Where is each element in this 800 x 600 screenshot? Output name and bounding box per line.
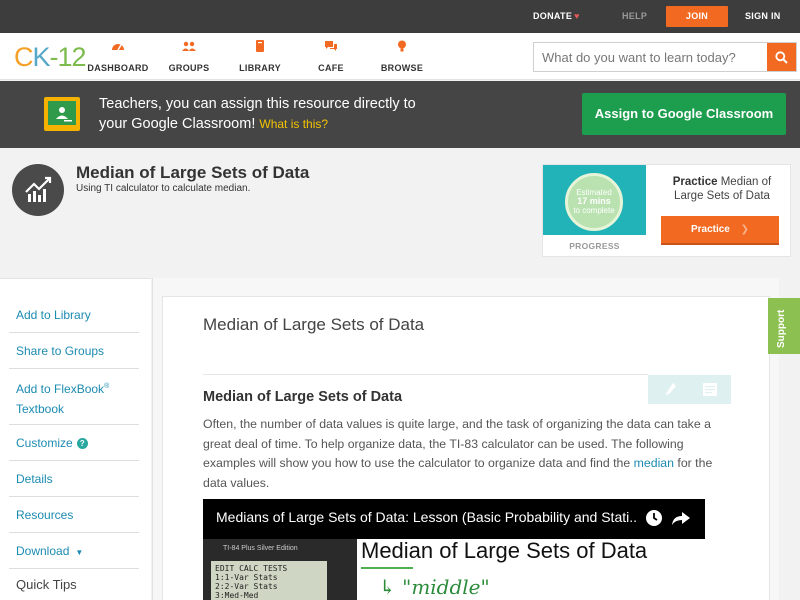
library-icon (256, 40, 264, 52)
download-label: Download (16, 544, 70, 558)
whiteboard-note: ↳ "middle" (379, 575, 490, 599)
calculator-brand: TI-84 Plus Silver Edition (223, 545, 298, 552)
support-tab[interactable]: Support (768, 298, 800, 354)
quick-tips-heading[interactable]: Quick Tips (16, 577, 77, 592)
main-content-area: Median of Large Sets of Data Median of L… (152, 278, 779, 600)
search-button[interactable] (767, 43, 796, 71)
pencil-icon[interactable] (665, 382, 677, 396)
heart-icon: ♥ (574, 11, 580, 21)
download-link[interactable]: Download ▼ (9, 533, 139, 569)
caret-down-icon: ▼ (75, 548, 84, 557)
calc-line-2: 1:1-Var Stats (215, 573, 278, 582)
annotation-tools (648, 375, 731, 404)
practice-title: Practice Median of Large Sets of Data (657, 175, 787, 203)
dashboard-icon (112, 44, 124, 51)
cafe-icon (325, 41, 337, 51)
calc-line-3: 2:2-Var Stats (215, 582, 278, 591)
lesson-title: Median of Large Sets of Data (203, 315, 425, 334)
sidebar: Add to Library Share to Groups Add to Fl… (0, 278, 151, 600)
page-subtitle: Using TI calculator to calculate median. (76, 183, 251, 194)
add-to-flexbook-link[interactable]: Add to FlexBook® Textbook (9, 369, 139, 425)
main-nav: CK-12 DASHBOARD GROUPS LIBRARY CAFE BROW… (0, 33, 800, 80)
logo-12: -12 (49, 42, 87, 72)
lesson-content: Median of Large Sets of Data Median of L… (162, 296, 770, 600)
groups-icon (182, 41, 196, 51)
nav-browse[interactable]: BROWSE (367, 40, 437, 76)
calculator-image: TI-84 Plus Silver Edition EDIT CALC TEST… (203, 539, 357, 600)
video-frame: TI-84 Plus Silver Edition EDIT CALC TEST… (203, 538, 705, 600)
search-icon (775, 50, 788, 64)
classroom-person-icon (56, 107, 72, 122)
nav-dashboard-label: DASHBOARD (87, 63, 149, 73)
chevron-right-icon: ❯ (740, 224, 750, 235)
nav-cafe[interactable]: CAFE (296, 40, 366, 76)
practice-card: Estimated 17 mins to complete PROGRESS P… (542, 164, 791, 257)
sign-in-link[interactable]: SIGN IN (745, 0, 781, 33)
google-classroom-icon (44, 97, 80, 131)
join-button[interactable]: JOIN (666, 6, 728, 27)
donate-link[interactable]: DONATE ♥ (533, 0, 580, 33)
nav-groups[interactable]: GROUPS (154, 40, 224, 76)
video-title[interactable]: Medians of Large Sets of Data: Lesson (B… (216, 509, 636, 525)
section-divider (203, 374, 648, 375)
lesson-paragraph: Often, the number of data values is quit… (203, 415, 723, 493)
median-link[interactable]: median (634, 456, 674, 470)
registered-mark: ® (104, 383, 110, 390)
share-icon[interactable] (671, 509, 691, 527)
progress-label: PROGRESS (569, 241, 620, 251)
calc-line-4: 3:Med-Med (215, 591, 259, 600)
support-label: Support (776, 309, 787, 348)
estimated-time-ring: Estimated 17 mins to complete (565, 173, 623, 231)
search-box (533, 42, 797, 72)
nav-groups-label: GROUPS (168, 63, 210, 73)
banner-message: Teachers, you can assign this resource d… (99, 94, 519, 134)
customize-link[interactable]: Customize? (9, 425, 139, 461)
assign-google-classroom-button[interactable]: Assign to Google Classroom (582, 93, 786, 135)
practice-button-label: Practice (690, 224, 730, 235)
practice-progress-visual: Estimated 17 mins to complete (543, 165, 646, 235)
add-flexbook-label-2: Textbook (16, 402, 65, 416)
what-is-this-link[interactable]: What is this? (259, 117, 328, 131)
estimated-minutes: 17 mins (577, 196, 611, 206)
help-icon[interactable]: ? (76, 438, 88, 449)
nav-library-label: LIBRARY (239, 63, 281, 73)
details-link[interactable]: Details (9, 461, 139, 497)
share-to-groups-link[interactable]: Share to Groups (9, 333, 139, 369)
nav-library[interactable]: LIBRARY (225, 40, 295, 76)
logo-k: K (32, 42, 51, 72)
whiteboard-title: Median of Large Sets of Data (361, 538, 648, 563)
customize-label: Customize (16, 436, 73, 450)
donate-label: DONATE (533, 11, 573, 21)
chart-trend-icon (25, 176, 52, 202)
ck12-logo[interactable]: CK-12 (14, 42, 87, 73)
resources-link[interactable]: Resources (9, 497, 139, 533)
concept-icon (12, 164, 64, 216)
practice-button[interactable]: Practice ❯ (661, 216, 779, 245)
top-bar: DONATE ♥ HELP JOIN SIGN IN (0, 0, 800, 33)
nav-dashboard[interactable]: DASHBOARD (83, 40, 153, 76)
search-input[interactable] (534, 43, 768, 71)
nav-cafe-label: CAFE (318, 63, 344, 73)
add-to-library-link[interactable]: Add to Library (9, 297, 139, 333)
calc-line-1: EDIT CALC TESTS (215, 564, 288, 573)
whiteboard-underline (361, 567, 413, 569)
page-title: Median of Large Sets of Data (76, 163, 310, 182)
banner-line-1: Teachers, you can assign this resource d… (99, 96, 416, 112)
video-player[interactable]: Medians of Large Sets of Data: Lesson (B… (203, 499, 705, 600)
nav-browse-label: BROWSE (380, 63, 424, 73)
add-flexbook-label: Add to FlexBook (16, 382, 105, 396)
note-icon[interactable] (703, 383, 717, 396)
google-classroom-banner: Teachers, you can assign this resource d… (0, 81, 800, 148)
logo-c: C (14, 42, 33, 72)
browse-icon (398, 40, 406, 52)
help-link[interactable]: HELP (622, 0, 647, 33)
section-title: Median of Large Sets of Data (203, 389, 403, 405)
banner-line-2: your Google Classroom! (99, 116, 256, 132)
practice-title-bold: Practice (672, 176, 718, 188)
to-complete-label: to complete (573, 206, 615, 215)
watch-later-icon[interactable] (645, 509, 663, 527)
calculator-screen: EDIT CALC TESTS 1:1-Var Stats 2:2-Var St… (211, 561, 327, 600)
